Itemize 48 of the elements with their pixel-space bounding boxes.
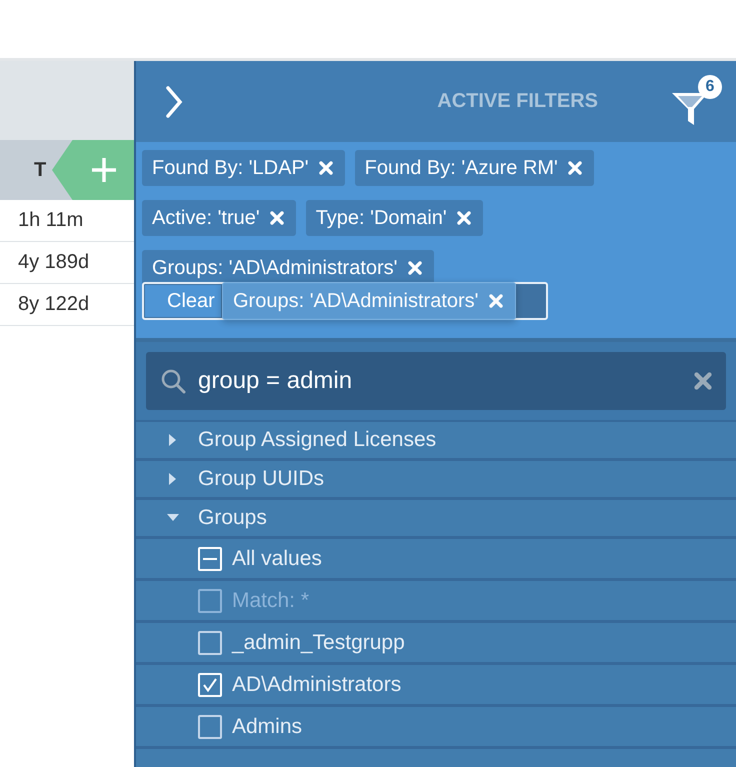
checkbox[interactable] xyxy=(198,630,222,654)
clear-all-button[interactable]: Clear xyxy=(145,285,221,317)
plus-icon xyxy=(90,156,118,184)
tree-option[interactable]: All values xyxy=(136,539,736,581)
search-bar[interactable]: group = admin xyxy=(146,352,726,410)
close-icon[interactable] xyxy=(408,261,422,275)
check-icon xyxy=(203,678,217,692)
dash-icon xyxy=(203,558,217,560)
table-cell-text: 4y 189d xyxy=(17,251,90,274)
panel-title: ACTIVE FILTERS xyxy=(436,90,599,113)
close-icon[interactable] xyxy=(270,211,284,225)
option-label: _admin_Testgrupp xyxy=(232,630,405,654)
chip-label: Type: 'Domain' xyxy=(316,206,447,230)
tree-item[interactable]: Groups xyxy=(136,500,736,539)
filter-chip[interactable]: Found By: 'Azure RM' xyxy=(354,150,594,186)
close-icon[interactable] xyxy=(456,211,471,225)
filter-chip[interactable]: Found By: 'LDAP' xyxy=(142,150,345,186)
clear-search-icon[interactable] xyxy=(694,372,712,390)
chip-label: Found By: 'Azure RM' xyxy=(364,156,558,180)
table-cell-text: 1h 11m xyxy=(17,209,84,232)
option-label: AD\Administrators xyxy=(232,672,402,696)
close-icon[interactable] xyxy=(488,294,502,308)
option-label: Admins xyxy=(232,714,302,738)
tree-option[interactable]: _admin_Testgrupp xyxy=(136,623,736,665)
filter-count-badge: 6 xyxy=(698,74,722,98)
chip-label: Active: 'true' xyxy=(152,206,260,230)
search-icon xyxy=(160,368,186,394)
tree-label: Group UUIDs xyxy=(198,467,324,491)
tree-option[interactable]: Admins xyxy=(136,707,736,749)
column-header[interactable]: T xyxy=(0,158,46,182)
tree-label: Group Assigned Licenses xyxy=(198,428,436,452)
chevron-right-icon[interactable] xyxy=(164,84,184,118)
tree-label: Groups xyxy=(198,506,267,530)
option-label: Match: * xyxy=(232,588,310,612)
close-icon[interactable] xyxy=(318,161,333,175)
tree-item[interactable]: Group Assigned Licenses xyxy=(136,422,736,461)
filter-chip[interactable]: Type: 'Domain' xyxy=(306,200,483,236)
filter-chip[interactable]: Active: 'true' xyxy=(142,200,296,236)
chip-label: Found By: 'LDAP' xyxy=(152,156,309,180)
table-cell-text: 8y 122d xyxy=(17,293,90,316)
chip-label: Groups: 'AD\Administrators' xyxy=(233,290,478,312)
close-icon[interactable] xyxy=(568,161,582,175)
tree-option[interactable]: AD\Administrators xyxy=(136,665,736,707)
option-label: All values xyxy=(232,546,322,570)
chip-label: Groups: 'AD\Administrators' xyxy=(152,256,398,280)
dragged-filter-chip[interactable]: Groups: 'AD\Administrators' xyxy=(222,282,516,320)
tree-item[interactable]: Group UUIDs xyxy=(136,461,736,500)
checkbox[interactable] xyxy=(198,714,222,738)
